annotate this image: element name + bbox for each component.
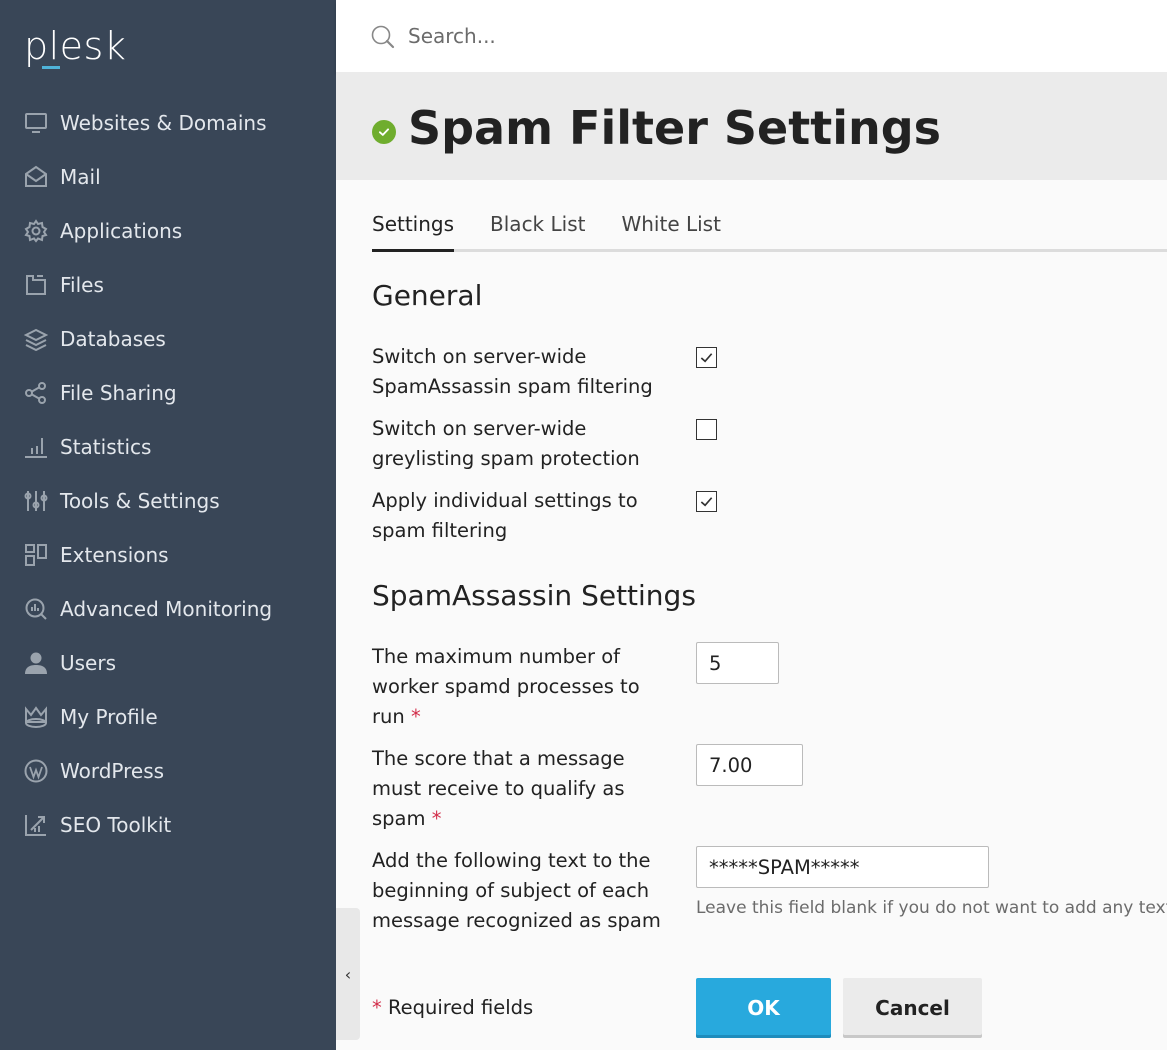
- subject-prefix-hint: Leave this field blank if you do not wan…: [696, 898, 1167, 918]
- sidebar-item-file-sharing[interactable]: File Sharing: [0, 366, 336, 420]
- sidebar-item-extensions[interactable]: Extensions: [0, 528, 336, 582]
- sidebar-item-label: WordPress: [60, 759, 165, 783]
- required-marker: *: [410, 705, 421, 728]
- wordpress-icon: [24, 759, 48, 783]
- field-label-max-workers: The maximum number of worker spamd proce…: [372, 642, 672, 732]
- required-marker: *: [431, 807, 442, 830]
- sliders-icon: [24, 489, 48, 513]
- tab-black-list[interactable]: Black List: [490, 210, 585, 249]
- mail-icon: [24, 165, 48, 189]
- monitoring-icon: [24, 597, 48, 621]
- sidebar-item-label: Statistics: [60, 435, 152, 459]
- sidebar-item-statistics[interactable]: Statistics: [0, 420, 336, 474]
- sidebar-item-label: SEO Toolkit: [60, 813, 172, 837]
- checkmark-icon: [700, 353, 713, 363]
- seo-chart-icon: [24, 813, 48, 837]
- sidebar-item-my-profile[interactable]: My Profile: [0, 690, 336, 744]
- required-marker: *: [372, 996, 382, 1019]
- sidebar-item-label: File Sharing: [60, 381, 177, 405]
- page-header: Spam Filter Settings: [336, 72, 1167, 180]
- sidebar-item-applications[interactable]: Applications: [0, 204, 336, 258]
- sidebar-nav: Websites & Domains Mail Applications Fil…: [0, 96, 336, 852]
- required-fields-note: * Required fields: [372, 994, 533, 1022]
- sidebar-item-files[interactable]: Files: [0, 258, 336, 312]
- sidebar-item-label: Files: [60, 273, 104, 297]
- field-label-score: The score that a message must receive to…: [372, 744, 672, 834]
- sidebar-item-label: Tools & Settings: [60, 489, 220, 513]
- sidebar-item-wordpress[interactable]: WordPress: [0, 744, 336, 798]
- sidebar-item-label: Advanced Monitoring: [60, 597, 273, 621]
- subject-prefix-input[interactable]: [696, 846, 989, 888]
- folder-icon: [24, 273, 48, 297]
- user-icon: [24, 651, 48, 675]
- checkbox-greylisting[interactable]: [696, 419, 717, 440]
- gear-icon: [24, 219, 48, 243]
- page-title: Spam Filter Settings: [408, 101, 942, 155]
- field-label-text: The score that a message must receive to…: [372, 747, 625, 830]
- cancel-button[interactable]: Cancel: [843, 978, 982, 1038]
- sidebar-item-label: Extensions: [60, 543, 169, 567]
- chevron-left-icon: ‹: [344, 964, 352, 984]
- search-input[interactable]: [408, 18, 908, 54]
- logo-accent: [42, 66, 60, 69]
- sidebar-item-advanced-monitoring[interactable]: Advanced Monitoring: [0, 582, 336, 636]
- required-fields-text: Required fields: [387, 996, 534, 1019]
- share-icon: [24, 381, 48, 405]
- max-workers-input[interactable]: [696, 642, 779, 684]
- sidebar-item-label: My Profile: [60, 705, 158, 729]
- sidebar-item-tools-settings[interactable]: Tools & Settings: [0, 474, 336, 528]
- sidebar-item-seo-toolkit[interactable]: SEO Toolkit: [0, 798, 336, 852]
- checkbox-spamassassin[interactable]: [696, 347, 717, 368]
- sidebar-item-label: Databases: [60, 327, 166, 351]
- sidebar-item-databases[interactable]: Databases: [0, 312, 336, 366]
- monitor-icon: [24, 111, 48, 135]
- tab-bar: Settings Black List White List: [372, 210, 1167, 252]
- option-label-greylisting: Switch on server-wide greylisting spam p…: [372, 417, 640, 470]
- section-title-general: General: [372, 279, 483, 312]
- tab-white-list[interactable]: White List: [621, 210, 720, 249]
- extensions-icon: [24, 543, 48, 567]
- field-label-subject-prefix: Add the following text to the beginning …: [372, 849, 661, 932]
- sidebar-item-users[interactable]: Users: [0, 636, 336, 690]
- option-label-spamassassin: Switch on server-wide SpamAssassin spam …: [372, 345, 653, 398]
- sidebar: plesk Websites & Domains Mail Applicatio…: [0, 0, 336, 1050]
- tab-settings[interactable]: Settings: [372, 210, 455, 252]
- sidebar-item-label: Users: [60, 651, 117, 675]
- sidebar-item-websites-domains[interactable]: Websites & Domains: [0, 96, 336, 150]
- sidebar-item-label: Mail: [60, 165, 101, 189]
- section-title-spamassassin: SpamAssassin Settings: [372, 579, 696, 612]
- top-bar: [336, 0, 1167, 72]
- status-ok-icon: [372, 120, 396, 144]
- checkbox-individual-settings[interactable]: [696, 491, 717, 512]
- bar-chart-icon: [24, 435, 48, 459]
- layers-icon: [24, 327, 48, 351]
- plesk-logo[interactable]: plesk: [24, 24, 126, 68]
- ok-button[interactable]: OK: [696, 978, 831, 1038]
- sidebar-collapse-handle[interactable]: ‹: [336, 908, 360, 1040]
- score-input[interactable]: [696, 744, 803, 786]
- option-label-individual-settings: Apply individual settings to spam filter…: [372, 489, 638, 542]
- checkmark-icon: [700, 497, 713, 507]
- search-icon: [371, 25, 395, 49]
- sidebar-item-mail[interactable]: Mail: [0, 150, 336, 204]
- sidebar-item-label: Applications: [60, 219, 183, 243]
- crown-icon: [24, 705, 48, 729]
- sidebar-item-label: Websites & Domains: [60, 111, 267, 135]
